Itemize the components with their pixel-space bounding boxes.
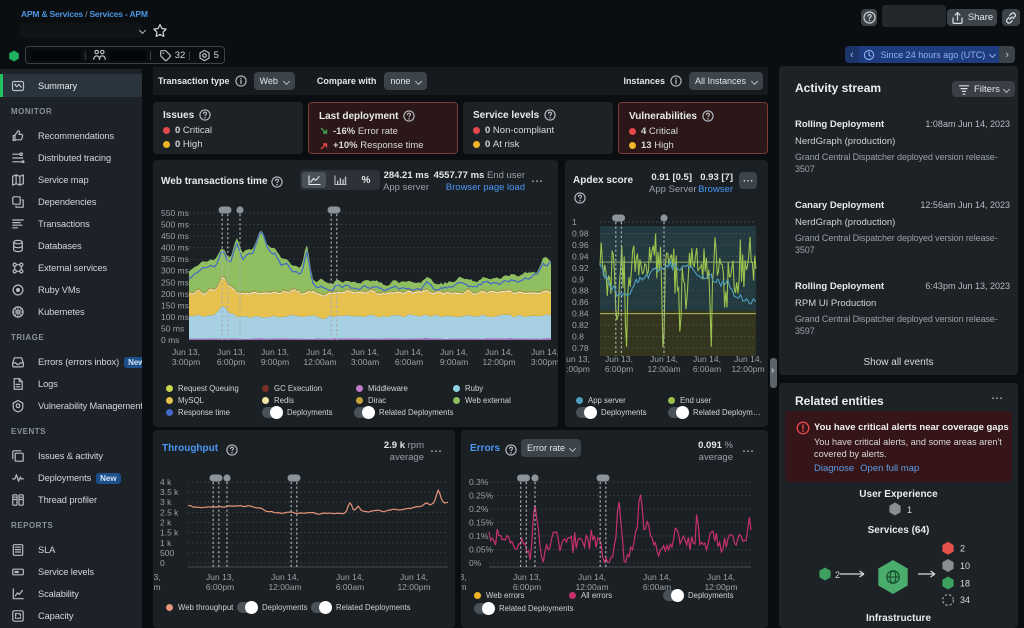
svg-text:6:00pm: 6:00pm [206, 582, 234, 592]
svg-text:6:00am: 6:00am [395, 357, 423, 367]
svg-text:3,: 3, [461, 572, 467, 582]
svg-text:1: 1 [572, 217, 577, 227]
svg-text:0.3%: 0.3% [469, 477, 489, 487]
svg-text:50 ms: 50 ms [161, 324, 184, 334]
svg-text:150 ms: 150 ms [161, 300, 189, 310]
svg-text:200 ms: 200 ms [161, 289, 189, 299]
svg-text:Jun 13,: Jun 13, [513, 572, 541, 582]
svg-text:0.15%: 0.15% [469, 518, 494, 528]
svg-text:2: 2 [960, 544, 965, 554]
svg-text:0%: 0% [469, 558, 482, 568]
svg-text:6:00am: 6:00am [693, 364, 721, 374]
svg-text:0.86: 0.86 [572, 297, 589, 307]
svg-text:34: 34 [960, 595, 970, 605]
svg-text:Jun 14,: Jun 14, [485, 347, 513, 357]
svg-text:100 ms: 100 ms [161, 312, 189, 322]
svg-text:0.1%: 0.1% [469, 531, 489, 541]
svg-text:0.9: 0.9 [572, 274, 584, 284]
svg-text:500 ms: 500 ms [161, 220, 189, 230]
svg-text:un 13,: un 13, [566, 354, 590, 364]
svg-text:Jun 14,: Jun 14, [693, 354, 721, 364]
svg-text:Jun 13,: Jun 13, [172, 347, 200, 357]
svg-text:350 ms: 350 ms [161, 254, 189, 264]
svg-text:550 ms: 550 ms [161, 208, 189, 218]
svg-text:m: m [461, 582, 467, 592]
svg-text:0.25%: 0.25% [469, 491, 494, 501]
svg-text:10: 10 [960, 561, 970, 571]
svg-text:0 ms: 0 ms [161, 335, 179, 345]
svg-text:Jun 14,: Jun 14, [271, 572, 299, 582]
svg-text:250 ms: 250 ms [161, 277, 189, 287]
svg-text:12:00pm: 12:00pm [731, 364, 764, 374]
svg-text:6:00pm: 6:00pm [605, 364, 633, 374]
svg-text:18: 18 [960, 579, 970, 589]
svg-text:Jun 14,: Jun 14, [351, 347, 379, 357]
svg-text:Jun 14,: Jun 14, [306, 347, 334, 357]
svg-text::00pm: :00pm [566, 364, 590, 374]
svg-text:0.82: 0.82 [572, 320, 589, 330]
svg-text:Jun 14,: Jun 14, [440, 347, 468, 357]
svg-text:3:00pm: 3:00pm [172, 357, 200, 367]
svg-text:Jun 14,: Jun 14, [395, 347, 423, 357]
svg-text:Jun 13,: Jun 13, [605, 354, 633, 364]
svg-text:500: 500 [160, 548, 174, 558]
svg-text:4 k: 4 k [160, 477, 172, 487]
svg-text:Jun 14,: Jun 14, [400, 572, 428, 582]
svg-text:450 ms: 450 ms [161, 231, 189, 241]
svg-text:0: 0 [160, 558, 165, 568]
svg-text:Jun 14,: Jun 14, [707, 572, 735, 582]
svg-text:6:00am: 6:00am [336, 582, 364, 592]
svg-text:0.92: 0.92 [572, 263, 589, 273]
svg-text:300 ms: 300 ms [161, 266, 189, 276]
svg-text:9:00am: 9:00am [440, 357, 468, 367]
svg-text:12:00am: 12:00am [647, 364, 680, 374]
svg-text:3.5 k: 3.5 k [160, 487, 179, 497]
svg-text:12:00pm: 12:00pm [397, 582, 430, 592]
svg-text:12:00pm: 12:00pm [482, 357, 515, 367]
svg-text:2 k: 2 k [160, 518, 172, 528]
svg-text:3:00pm: 3:00pm [531, 357, 558, 367]
svg-text:3:00am: 3:00am [351, 357, 379, 367]
svg-text:Jun 13,: Jun 13, [206, 572, 234, 582]
svg-text:Jun 13,: Jun 13, [261, 347, 289, 357]
svg-text:0.8: 0.8 [572, 332, 584, 342]
svg-text:12:00am: 12:00am [268, 582, 301, 592]
svg-text:9:00pm: 9:00pm [261, 357, 289, 367]
svg-text:3,: 3, [153, 572, 160, 582]
svg-text:1: 1 [907, 505, 912, 515]
svg-text:Jun 14,: Jun 14, [734, 354, 762, 364]
svg-text:1 k: 1 k [160, 538, 172, 548]
svg-text:12:00am: 12:00am [303, 357, 336, 367]
svg-text:Jun 14,: Jun 14, [643, 572, 671, 582]
svg-text:Jun 14,: Jun 14, [336, 572, 364, 582]
svg-text:0.98: 0.98 [572, 229, 589, 239]
svg-text:1.5 k: 1.5 k [160, 528, 179, 538]
svg-text:2: 2 [835, 570, 840, 580]
svg-text:2.5 k: 2.5 k [160, 507, 179, 517]
svg-text:Jun 14,: Jun 14, [531, 347, 558, 357]
svg-text:Jun 14,: Jun 14, [578, 572, 606, 582]
svg-text:3 k: 3 k [160, 497, 172, 507]
svg-text:6:00pm: 6:00pm [217, 357, 245, 367]
svg-text:0.78: 0.78 [572, 343, 589, 353]
svg-text:Jun 13,: Jun 13, [217, 347, 245, 357]
svg-text:0.2%: 0.2% [469, 504, 489, 514]
svg-text:0.05%: 0.05% [469, 545, 494, 555]
svg-text:0.84: 0.84 [572, 309, 589, 319]
svg-text:0.88: 0.88 [572, 286, 589, 296]
svg-text:m: m [153, 582, 160, 592]
svg-text:0.94: 0.94 [572, 251, 589, 261]
svg-text:0.96: 0.96 [572, 240, 589, 250]
svg-text:400 ms: 400 ms [161, 243, 189, 253]
